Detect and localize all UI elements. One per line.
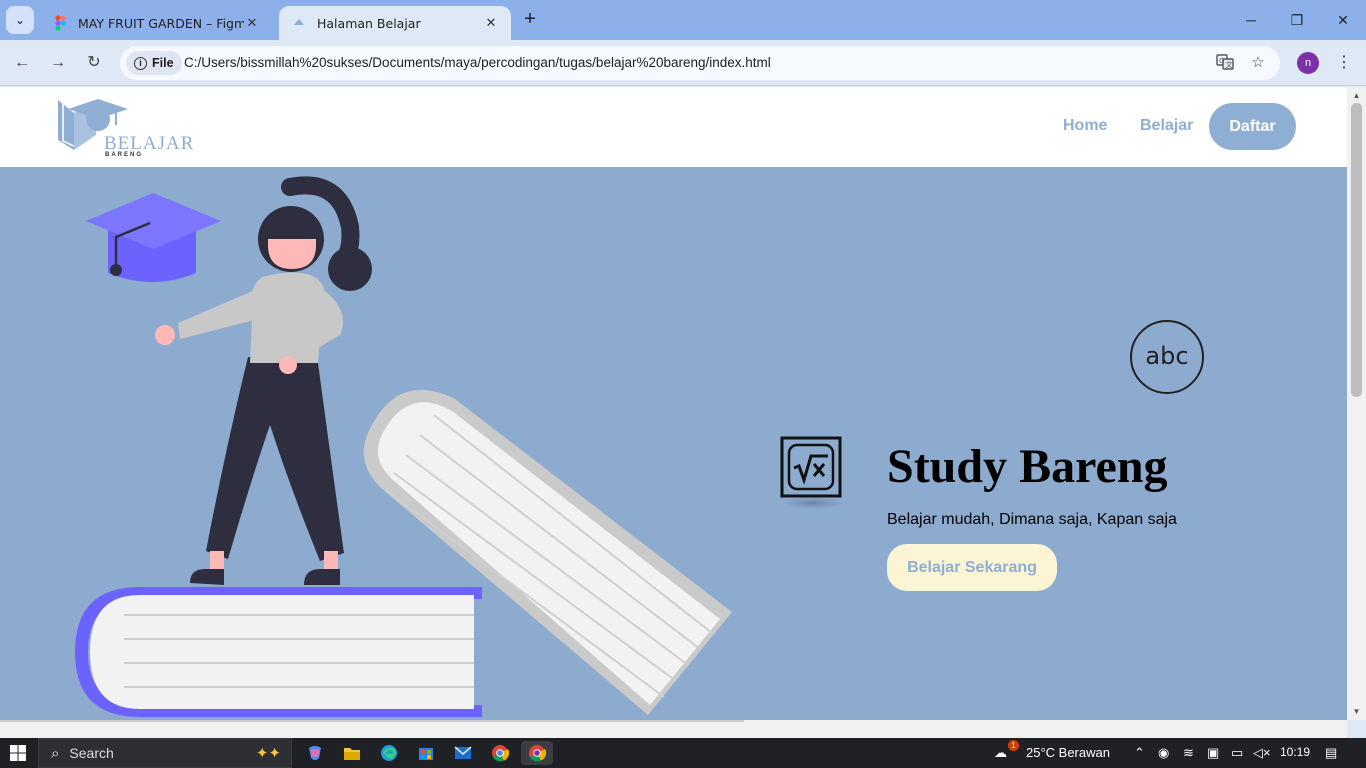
minimize-button[interactable]: ─ (1231, 8, 1271, 32)
weather-badge: 1 (1008, 740, 1019, 751)
new-tab-button[interactable]: + (518, 8, 542, 32)
vertical-scrollbar[interactable]: ▲ ▼ (1347, 87, 1366, 720)
search-icon: ⌕ (51, 744, 60, 762)
microsoft-store-icon[interactable] (410, 741, 442, 765)
scroll-down-icon[interactable]: ▼ (1351, 707, 1362, 717)
horizontal-scrollbar-thumb[interactable] (0, 720, 744, 722)
scrollbar-thumb[interactable] (1351, 103, 1362, 397)
arrow-right-icon: → (50, 54, 66, 71)
tab-figma[interactable]: MAY FRUIT GARDEN – Figma ✕ (40, 6, 272, 40)
hero-section: abc Study Bareng Belajar mudah, Dimana s… (0, 167, 1347, 720)
tab-halaman-belajar[interactable]: Halaman Belajar ✕ (279, 6, 511, 40)
copilot-icon[interactable] (299, 741, 331, 765)
display-icon[interactable]: ▣ (1207, 745, 1219, 761)
tab-title: Halaman Belajar (317, 15, 421, 31)
restore-button[interactable]: ❐ (1277, 8, 1317, 32)
site-info-chip[interactable]: i File (126, 51, 182, 75)
logo-subtext: BARENG (105, 152, 144, 158)
scheme-label: File (152, 56, 174, 70)
clock-time[interactable]: 10:19 (1280, 745, 1310, 759)
reload-icon: ↻ (87, 54, 101, 71)
graduation-cap-icon (86, 193, 221, 282)
page-icon (291, 15, 307, 31)
battery-icon[interactable]: ▭ (1231, 745, 1243, 761)
reload-button[interactable]: ↻ (82, 51, 106, 75)
back-button[interactable]: ← (10, 51, 34, 75)
file-explorer-icon[interactable] (336, 741, 368, 765)
hero-subtitle: Belajar mudah, Dimana saja, Kapan saja (887, 511, 1177, 528)
close-icon[interactable]: ✕ (483, 16, 499, 31)
hero-title: Study Bareng (887, 440, 1168, 493)
profile-avatar[interactable]: n (1297, 52, 1319, 74)
notification-icon[interactable]: ▤ (1325, 745, 1337, 761)
browser-tab-bar: ⌄ MAY FRUIT GARDEN – Figma ✕ Halaman Bel… (0, 0, 1366, 40)
nav-home-link[interactable]: Home (1063, 117, 1107, 135)
horizontal-scrollbar[interactable] (0, 720, 1347, 738)
translate-icon[interactable]: G文 (1215, 53, 1235, 73)
close-icon[interactable]: ✕ (244, 16, 260, 31)
wifi-icon[interactable]: ≋ (1183, 745, 1194, 761)
hero-illustration (75, 176, 732, 717)
info-icon: i (134, 56, 147, 70)
scroll-up-icon[interactable]: ▲ (1351, 91, 1362, 101)
site-header: BELAJAR BARENG Home Belajar Daftar (0, 87, 1347, 167)
mail-icon[interactable] (447, 741, 479, 765)
chevron-down-icon: ⌄ (14, 13, 26, 27)
square-root-icon (780, 436, 842, 498)
volume-icon[interactable]: ◁× (1253, 745, 1271, 761)
weather-text[interactable]: 25°C Berawan (1026, 745, 1110, 760)
svg-text:文: 文 (1226, 60, 1233, 69)
browser-menu-icon[interactable]: ⋮ (1336, 52, 1352, 74)
bookmark-star-icon[interactable]: ☆ (1248, 53, 1268, 73)
forward-button[interactable]: → (46, 51, 70, 75)
sparkle-icon: ✦✦ (255, 745, 281, 762)
tab-title: MAY FRUIT GARDEN – Figma (78, 15, 244, 31)
browser-toolbar: ← → ↻ i File C:/Users/bissmillah%20sukse… (0, 40, 1366, 86)
svg-text:abc: abc (1145, 342, 1188, 370)
url-text[interactable]: C:/Users/bissmillah%20sukses/Documents/m… (184, 55, 771, 70)
edge-browser-icon[interactable] (373, 741, 405, 765)
chrome-icon[interactable] (484, 741, 516, 765)
belajar-sekarang-button[interactable]: Belajar Sekarang (887, 544, 1057, 591)
address-bar[interactable]: i File C:/Users/bissmillah%20sukses/Docu… (120, 46, 1280, 80)
taskbar-search-label: Search (69, 745, 114, 761)
site-logo[interactable]: BELAJAR BARENG (56, 95, 196, 161)
svg-text:G: G (1219, 57, 1224, 65)
windows-taskbar: ⌕ Search ✦✦ ☁ 1 25°C Berawan ⌃ ◉ ≋ ▣ ▭ ◁… (0, 738, 1366, 768)
windows-start-icon[interactable] (10, 745, 26, 761)
arrow-left-icon: ← (14, 54, 30, 71)
taskbar-search-box[interactable]: ⌕ Search ✦✦ (38, 738, 292, 768)
book-bottom-icon (75, 587, 482, 717)
tab-search-button[interactable]: ⌄ (6, 6, 34, 34)
chevron-up-icon[interactable]: ⌃ (1134, 745, 1145, 761)
chrome-profile-icon[interactable] (521, 741, 553, 765)
close-window-button[interactable]: ✕ (1323, 8, 1363, 32)
daftar-button[interactable]: Daftar (1209, 103, 1296, 150)
weather-icon[interactable]: ☁ (994, 745, 1007, 761)
record-icon[interactable]: ◉ (1158, 745, 1169, 761)
figma-icon (52, 15, 68, 31)
icon-shadow (782, 497, 844, 509)
nav-belajar-link[interactable]: Belajar (1140, 117, 1193, 135)
page-viewport: BELAJAR BARENG Home Belajar Daftar abc S… (0, 87, 1347, 720)
abc-icon: abc (1130, 320, 1204, 394)
